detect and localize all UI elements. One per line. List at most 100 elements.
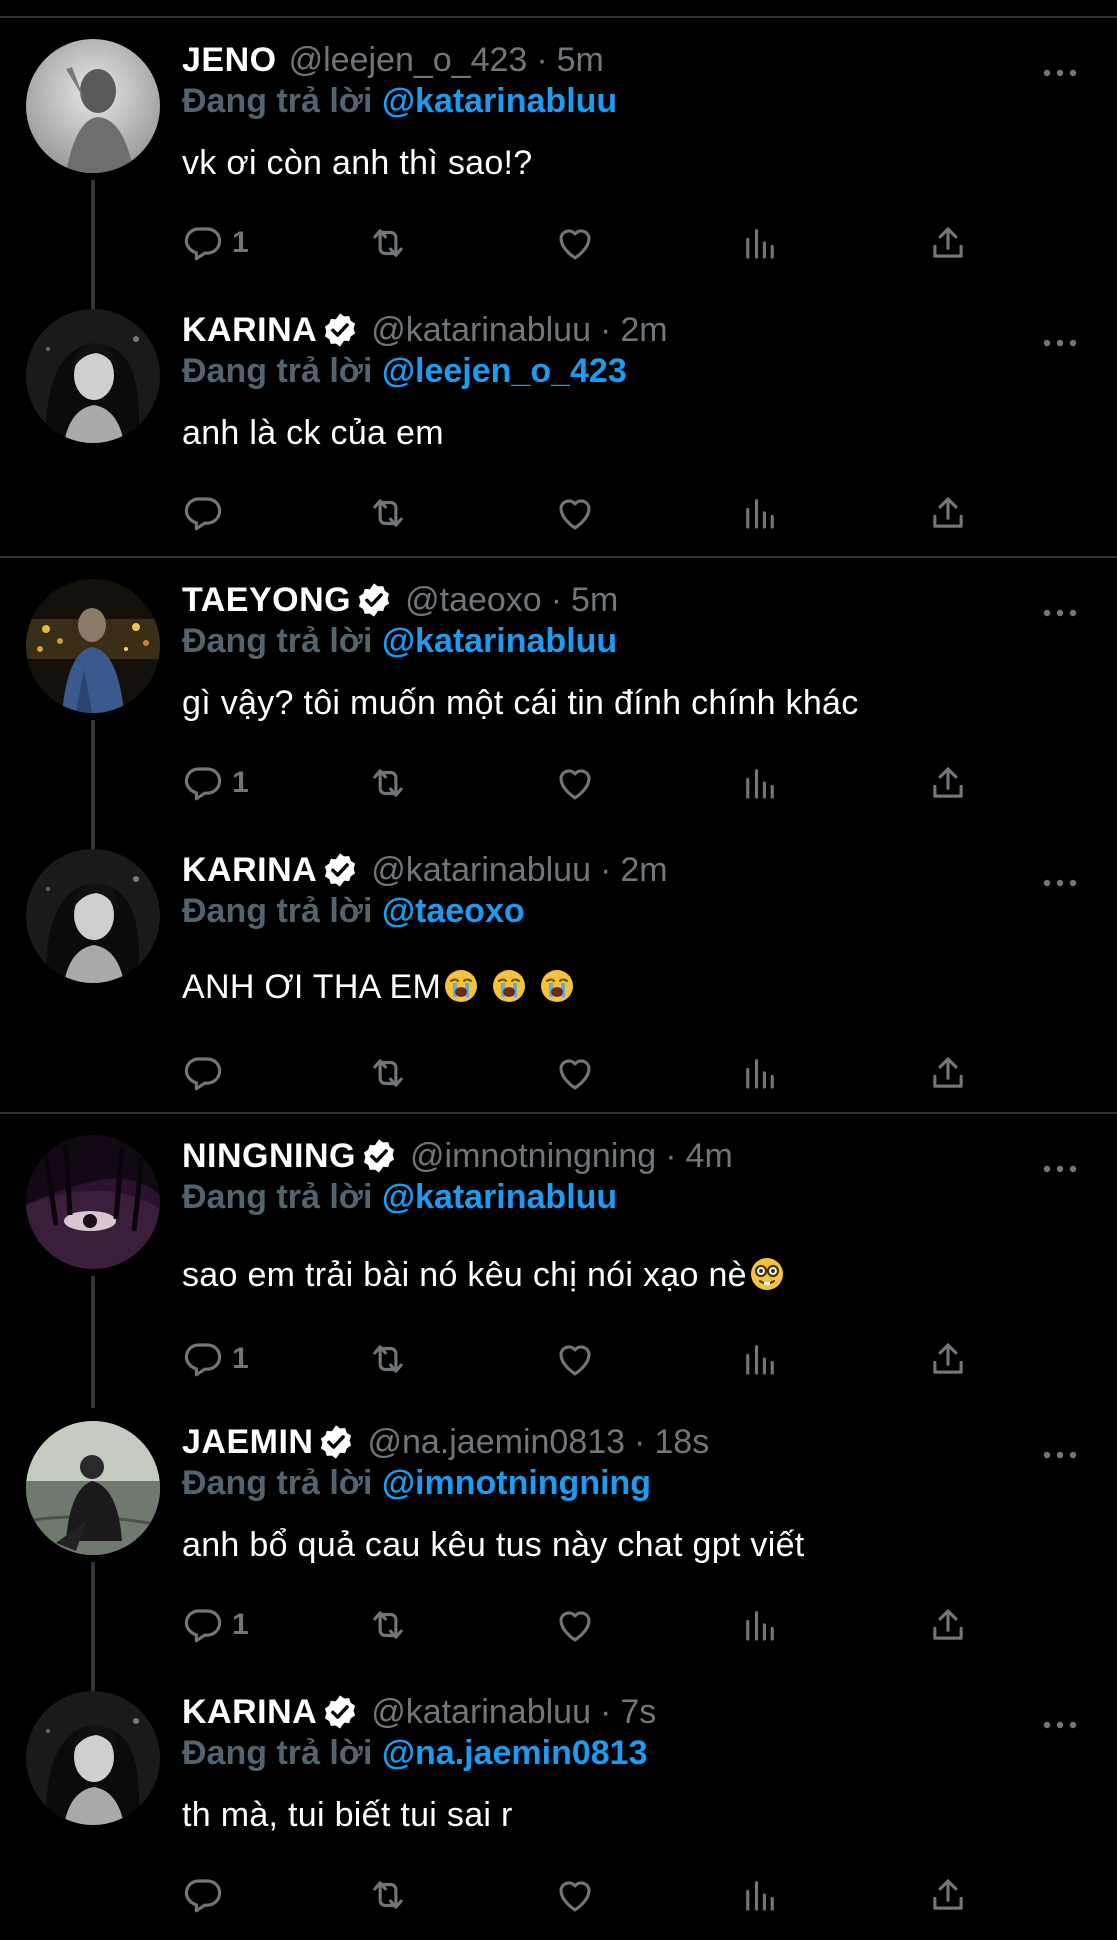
- tweet-header: KARINA @katarinabluu · 2m: [182, 848, 668, 892]
- retweet-icon: [373, 1881, 403, 1909]
- timestamp[interactable]: 5m: [557, 41, 604, 80]
- retweet-button[interactable]: [367, 1870, 409, 1920]
- like-button[interactable]: [554, 1870, 596, 1920]
- tweet-header: TAEYONG @taeoxo · 5m: [182, 578, 618, 622]
- share-button[interactable]: [927, 1600, 969, 1650]
- views-button[interactable]: [739, 1334, 781, 1384]
- user-handle[interactable]: @leejen_o_423: [289, 41, 528, 80]
- timestamp[interactable]: 18s: [654, 1423, 709, 1462]
- share-button[interactable]: [927, 1334, 969, 1384]
- avatar[interactable]: [26, 1691, 160, 1825]
- replying-to-mention[interactable]: @taeoxo: [382, 892, 525, 930]
- user-handle[interactable]: @na.jaemin0813: [367, 1423, 625, 1462]
- display-name[interactable]: JAEMIN: [182, 1423, 313, 1462]
- avatar[interactable]: [26, 39, 160, 173]
- like-button[interactable]: [554, 1334, 596, 1384]
- retweet-icon: [373, 499, 403, 527]
- user-handle[interactable]: @imnotningning: [410, 1137, 656, 1176]
- display-name[interactable]: KARINA: [182, 851, 317, 890]
- reply-button[interactable]: 1: [182, 1600, 249, 1650]
- tweet[interactable]: KARINA @katarinabluu · 2m Đang trả lời @…: [0, 288, 1117, 558]
- share-icon: [933, 1057, 963, 1088]
- timestamp[interactable]: 7s: [620, 1693, 656, 1732]
- share-button[interactable]: [927, 488, 969, 538]
- more-options-button[interactable]: [1040, 1162, 1080, 1176]
- avatar[interactable]: [26, 1135, 160, 1269]
- share-button[interactable]: [927, 758, 969, 808]
- reply-button[interactable]: [182, 1048, 232, 1098]
- share-button[interactable]: [927, 218, 969, 268]
- user-handle[interactable]: @katarinabluu: [371, 1693, 591, 1732]
- reply-button[interactable]: 1: [182, 218, 249, 268]
- tweet[interactable]: KARINA @katarinabluu · 2m Đang trả lời @…: [0, 828, 1117, 1098]
- tweet[interactable]: JAEMIN @na.jaemin0813 · 18s Đang trả lời…: [0, 1400, 1117, 1694]
- verified-badge-icon: [317, 1423, 355, 1461]
- reply-icon: [184, 1057, 222, 1091]
- display-name[interactable]: KARINA: [182, 311, 317, 350]
- like-button[interactable]: [554, 1600, 596, 1650]
- more-options-button[interactable]: [1040, 1448, 1080, 1462]
- avatar[interactable]: [26, 309, 160, 443]
- views-button[interactable]: [739, 488, 781, 538]
- user-handle[interactable]: @taeoxo: [405, 581, 542, 620]
- display-name[interactable]: KARINA: [182, 1693, 317, 1732]
- tweet[interactable]: JENO @leejen_o_423 · 5m Đang trả lời @ka…: [0, 18, 1117, 312]
- display-name[interactable]: TAEYONG: [182, 581, 351, 620]
- timestamp[interactable]: 5m: [571, 581, 618, 620]
- views-button[interactable]: [739, 218, 781, 268]
- avatar[interactable]: [26, 1421, 160, 1555]
- reply-button[interactable]: [182, 1870, 232, 1920]
- like-button[interactable]: [554, 218, 596, 268]
- user-handle[interactable]: @katarinabluu: [371, 311, 591, 350]
- reply-button[interactable]: 1: [182, 1334, 249, 1384]
- replying-to-mention[interactable]: @katarinabluu: [382, 622, 617, 660]
- avatar[interactable]: [26, 579, 160, 713]
- replying-to-mention[interactable]: @na.jaemin0813: [382, 1734, 648, 1772]
- views-button[interactable]: [739, 758, 781, 808]
- retweet-button[interactable]: [367, 1600, 409, 1650]
- views-button[interactable]: [739, 1870, 781, 1920]
- like-button[interactable]: [554, 488, 596, 538]
- ellipsis-icon: [1043, 1721, 1077, 1729]
- share-button[interactable]: [927, 1870, 969, 1920]
- heart-icon: [559, 1611, 591, 1642]
- avatar[interactable]: [26, 849, 160, 983]
- retweet-button[interactable]: [367, 218, 409, 268]
- replying-to-mention[interactable]: @imnotningning: [382, 1464, 651, 1502]
- replying-to-mention[interactable]: @katarinabluu: [382, 82, 617, 120]
- reply-button[interactable]: [182, 488, 232, 538]
- verified-badge-icon: [321, 311, 359, 349]
- like-button[interactable]: [554, 758, 596, 808]
- timestamp[interactable]: 4m: [686, 1137, 733, 1176]
- timestamp[interactable]: 2m: [620, 311, 667, 350]
- more-options-button[interactable]: [1040, 606, 1080, 620]
- replying-to-mention[interactable]: @katarinabluu: [382, 1178, 617, 1216]
- timestamp[interactable]: 2m: [620, 851, 667, 890]
- like-button[interactable]: [554, 1048, 596, 1098]
- reply-icon: [184, 767, 222, 801]
- share-button[interactable]: [927, 1048, 969, 1098]
- views-button[interactable]: [739, 1600, 781, 1650]
- tweet[interactable]: KARINA @katarinabluu · 7s Đang trả lời @…: [0, 1670, 1117, 1940]
- more-options-button[interactable]: [1040, 336, 1080, 350]
- replying-to: Đang trả lời @katarinabluu: [182, 1178, 617, 1217]
- more-options-button[interactable]: [1040, 66, 1080, 80]
- retweet-button[interactable]: [367, 488, 409, 538]
- reply-count: 1: [232, 766, 249, 799]
- views-button[interactable]: [739, 1048, 781, 1098]
- user-handle[interactable]: @katarinabluu: [371, 851, 591, 890]
- reply-button[interactable]: 1: [182, 758, 249, 808]
- tweet[interactable]: NINGNING @imnotningning · 4m Đang trả lờ…: [0, 1114, 1117, 1408]
- tweet-text: vk ơi còn anh thì sao!?: [182, 144, 533, 182]
- replying-to-mention[interactable]: @leejen_o_423: [382, 352, 627, 390]
- display-name[interactable]: NINGNING: [182, 1137, 356, 1176]
- retweet-button[interactable]: [367, 1334, 409, 1384]
- analytics-icon: [746, 769, 774, 799]
- more-options-button[interactable]: [1040, 876, 1080, 890]
- retweet-button[interactable]: [367, 1048, 409, 1098]
- more-options-button[interactable]: [1040, 1718, 1080, 1732]
- tweet-header: KARINA @katarinabluu · 2m: [182, 308, 668, 352]
- retweet-button[interactable]: [367, 758, 409, 808]
- tweet[interactable]: TAEYONG @taeoxo · 5m Đang trả lời @katar…: [0, 558, 1117, 852]
- display-name[interactable]: JENO: [182, 41, 277, 80]
